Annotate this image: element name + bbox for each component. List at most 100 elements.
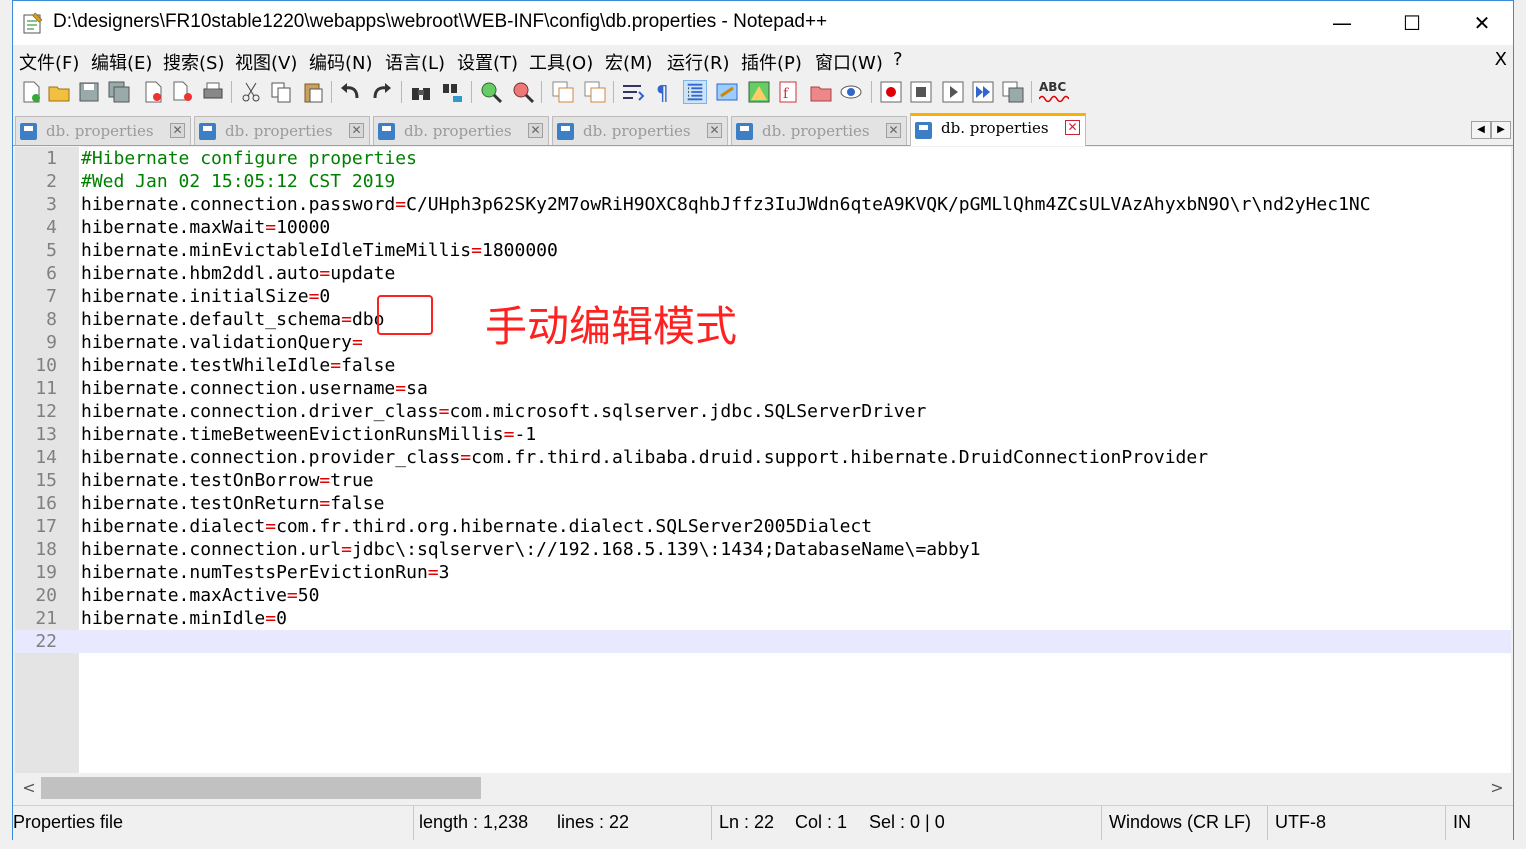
code-line[interactable]: 16 hibernate.testOnReturn=false	[15, 492, 1511, 515]
code-line[interactable]: 1 #Hibernate configure properties	[15, 147, 1511, 170]
editor-area[interactable]: 1 #Hibernate configure properties 2 #Wed Ja…	[15, 147, 1511, 773]
code-line[interactable]: 22	[15, 630, 1511, 653]
user-language-icon[interactable]	[715, 80, 739, 104]
code-line[interactable]: 9 hibernate.validationQuery=	[15, 331, 1511, 354]
property-value: update	[330, 263, 396, 284]
tab-db-properties-3[interactable]: db. properties ✕	[373, 116, 549, 145]
notepadpp-icon	[23, 12, 43, 34]
code-line[interactable]: 6 hibernate.hbm2ddl.auto=update	[15, 262, 1511, 285]
tab-label: db. properties	[225, 122, 333, 140]
tab-db-properties-4[interactable]: db. properties ✕	[552, 116, 728, 145]
tab-close-icon[interactable]: ✕	[1065, 120, 1080, 135]
stop-macro-icon[interactable]	[909, 80, 933, 104]
minimize-button[interactable]: —	[1307, 1, 1377, 45]
folder-workspace-icon[interactable]	[809, 80, 833, 104]
close-all-icon[interactable]	[171, 80, 195, 104]
scrollbar-thumb[interactable]	[41, 777, 481, 799]
close-document-button[interactable]: X	[1495, 49, 1507, 70]
find-icon[interactable]	[409, 80, 433, 104]
spellcheck-icon[interactable]: ABC	[1039, 80, 1069, 104]
tab-db-properties-5[interactable]: db. properties ✕	[731, 116, 907, 145]
property-key: hibernate.testWhileIdle	[81, 355, 331, 376]
menu-plugins[interactable]: 插件(P)	[741, 49, 802, 75]
tab-db-properties-2[interactable]: db. properties ✕	[194, 116, 370, 145]
code-line[interactable]: 10 hibernate.testWhileIdle=false	[15, 354, 1511, 377]
close-button[interactable]: ✕	[1447, 1, 1517, 45]
menu-help[interactable]: ?	[893, 49, 903, 70]
menu-window[interactable]: 窗口(W)	[815, 49, 883, 75]
paste-icon[interactable]	[301, 80, 325, 104]
notepadpp-window: D:\designers\FR10stable1220\webapps\webr…	[12, 0, 1514, 840]
code-line[interactable]: 8 hibernate.default_schema=dbo	[15, 308, 1511, 331]
tab-close-icon[interactable]: ✕	[349, 123, 364, 138]
code-line[interactable]: 7 hibernate.initialSize=0	[15, 285, 1511, 308]
menu-tools[interactable]: 工具(O)	[529, 49, 593, 75]
menu-edit[interactable]: 编辑(E)	[91, 49, 152, 75]
save-all-icon[interactable]	[107, 80, 131, 104]
print-icon[interactable]	[201, 80, 225, 104]
menu-settings[interactable]: 设置(T)	[457, 49, 518, 75]
open-file-icon[interactable]	[47, 80, 71, 104]
run-macro-multiple-icon[interactable]	[971, 80, 995, 104]
menu-language[interactable]: 语言(L)	[385, 49, 445, 75]
menu-view[interactable]: 视图(V)	[235, 49, 297, 75]
tab-close-icon[interactable]: ✕	[886, 123, 901, 138]
tab-close-icon[interactable]: ✕	[707, 123, 722, 138]
indent-guide-icon[interactable]	[683, 80, 707, 104]
new-file-icon[interactable]	[19, 80, 43, 104]
undo-icon[interactable]	[339, 80, 363, 104]
menu-run[interactable]: 运行(R)	[667, 49, 730, 75]
tab-scroll-right-button[interactable]: ▶	[1491, 121, 1511, 139]
tab-label: db. properties	[762, 122, 870, 140]
code-line[interactable]: 5 hibernate.minEvictableIdleTimeMillis=18…	[15, 239, 1511, 262]
code-line[interactable]: 19 hibernate.numTestsPerEvictionRun=3	[15, 561, 1511, 584]
save-icon[interactable]	[77, 80, 101, 104]
tab-scroll-left-button[interactable]: ◀	[1471, 121, 1491, 139]
zoom-in-icon[interactable]	[479, 80, 503, 104]
property-value: false	[341, 355, 396, 376]
code-line[interactable]: 14 hibernate.connection.provider_class=co…	[15, 446, 1511, 469]
record-macro-icon[interactable]	[879, 80, 903, 104]
play-macro-icon[interactable]	[941, 80, 965, 104]
code-line[interactable]: 2 #Wed Jan 02 15:05:12 CST 2019	[15, 170, 1511, 193]
code-line[interactable]: 11 hibernate.connection.username=sa	[15, 377, 1511, 400]
property-value: 10000	[276, 217, 331, 238]
equals-sign: =	[503, 424, 515, 445]
redo-icon[interactable]	[369, 80, 393, 104]
save-macro-icon[interactable]	[1001, 80, 1025, 104]
replace-icon[interactable]	[441, 80, 465, 104]
tab-db-properties-1[interactable]: db. properties ✕	[15, 116, 191, 145]
scroll-left-arrow[interactable]: <	[19, 778, 39, 798]
code-line[interactable]: 4 hibernate.maxWait=10000	[15, 216, 1511, 239]
code-line[interactable]: 17 hibernate.dialect=com.fr.third.org.hib…	[15, 515, 1511, 538]
code-line[interactable]: 21 hibernate.minIdle=0	[15, 607, 1511, 630]
code-line[interactable]: 15 hibernate.testOnBorrow=true	[15, 469, 1511, 492]
tab-db-properties-active[interactable]: db. properties ✕	[910, 113, 1086, 146]
menu-encoding[interactable]: 编码(N)	[309, 49, 373, 75]
code-line[interactable]: 18 hibernate.connection.url=jdbc\:sqlserv…	[15, 538, 1511, 561]
code-line[interactable]: 3 hibernate.connection.password=C/UHph3p6…	[15, 193, 1511, 216]
menu-file[interactable]: 文件(F)	[19, 49, 79, 75]
sync-vertical-icon[interactable]	[551, 80, 575, 104]
code-line[interactable]: 20 hibernate.maxActive=50	[15, 584, 1511, 607]
show-all-chars-icon[interactable]: ¶	[651, 80, 675, 104]
menu-search[interactable]: 搜索(S)	[163, 49, 224, 75]
menu-macro[interactable]: 宏(M)	[605, 49, 653, 75]
monitoring-icon[interactable]	[839, 80, 863, 104]
maximize-button[interactable]: ☐	[1377, 1, 1447, 45]
zoom-out-icon[interactable]	[511, 80, 535, 104]
cut-icon[interactable]	[239, 80, 263, 104]
code-line[interactable]: 12 hibernate.connection.driver_class=com.…	[15, 400, 1511, 423]
tab-close-icon[interactable]: ✕	[170, 123, 185, 138]
close-file-icon[interactable]	[141, 80, 165, 104]
line-text: hibernate.connection.driver_class=com.mi…	[81, 400, 926, 423]
sync-horizontal-icon[interactable]	[583, 80, 607, 104]
scroll-right-arrow[interactable]: >	[1487, 778, 1507, 798]
doc-map-icon[interactable]	[747, 80, 771, 104]
word-wrap-icon[interactable]	[621, 80, 645, 104]
copy-icon[interactable]	[269, 80, 293, 104]
horizontal-scrollbar[interactable]: < >	[15, 775, 1511, 801]
tab-close-icon[interactable]: ✕	[528, 123, 543, 138]
function-list-icon[interactable]: f	[777, 80, 801, 104]
code-line[interactable]: 13 hibernate.timeBetweenEvictionRunsMilli…	[15, 423, 1511, 446]
